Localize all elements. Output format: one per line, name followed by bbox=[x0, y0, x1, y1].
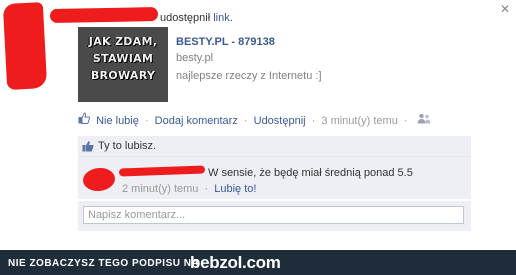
header-link[interactable]: link bbox=[213, 12, 230, 24]
add-comment-link[interactable]: Dodaj komentarz bbox=[155, 115, 238, 127]
shared-title-link[interactable]: BESTY.PL - 879138 bbox=[176, 36, 275, 48]
close-icon[interactable]: ✕ bbox=[499, 3, 511, 15]
comment-meta: 2 minut(y) temu · Lubię to! bbox=[122, 183, 256, 195]
unlike-link[interactable]: Nie lubię bbox=[96, 115, 139, 127]
comment-like-link[interactable]: Lubię to! bbox=[214, 183, 256, 195]
footer-brand-logo: bebzol.com bbox=[190, 253, 281, 272]
redacted-avatar bbox=[2, 2, 48, 90]
redacted-author-name bbox=[49, 7, 159, 23]
comment-input[interactable] bbox=[83, 206, 464, 224]
post-header: udostępnił link. bbox=[160, 12, 233, 24]
separator: · bbox=[403, 115, 408, 128]
separator: · bbox=[311, 115, 316, 128]
separator: · bbox=[204, 183, 209, 195]
thumbs-up-icon bbox=[82, 141, 94, 152]
thumbs-up-icon bbox=[78, 112, 90, 124]
shared-thumbnail[interactable]: JAK ZDAM, STAWIAM BROWARY bbox=[78, 27, 168, 102]
separator: · bbox=[243, 115, 248, 128]
watermark-footer: NIE ZOBACZYSZ TEGO PODPISU NA bebzol.com bbox=[0, 250, 516, 275]
comment-text: W sensie, że będę miał średnią ponad 5.5 bbox=[208, 167, 413, 179]
comment-timestamp[interactable]: 2 minut(y) temu bbox=[122, 183, 198, 195]
post-action-bar: Nie lubię · Dodaj komentarz · Udostępnij… bbox=[78, 112, 431, 128]
footer-caption: NIE ZOBACZYSZ TEGO PODPISU NA bbox=[8, 258, 200, 269]
shared-description: najlepsze rzeczy z Internetu :] bbox=[176, 70, 322, 82]
header-period: . bbox=[229, 12, 233, 24]
reply-area bbox=[78, 201, 471, 231]
separator: · bbox=[144, 115, 149, 128]
friends-audience-icon[interactable] bbox=[417, 113, 431, 124]
likes-text: Ty to lubisz. bbox=[98, 140, 157, 152]
likes-summary: Ty to lubisz. bbox=[78, 136, 471, 157]
post-timestamp[interactable]: 3 minut(y) temu bbox=[321, 115, 397, 127]
header-action-text: udostępnił bbox=[160, 12, 211, 24]
share-link[interactable]: Udostępnij bbox=[254, 115, 306, 127]
thumbnail-caption: JAK ZDAM, STAWIAM BROWARY bbox=[88, 35, 158, 82]
shared-domain: besty.pl bbox=[176, 52, 214, 64]
